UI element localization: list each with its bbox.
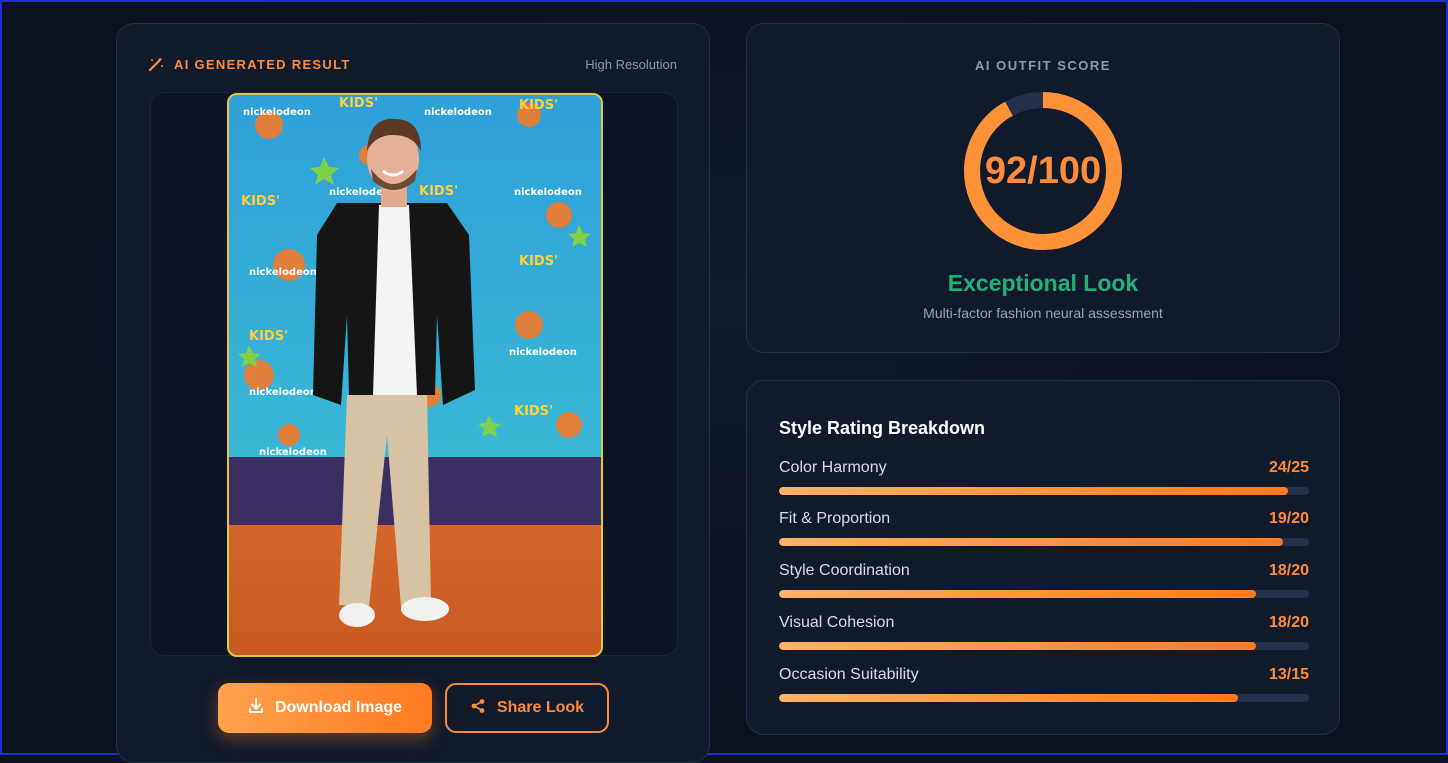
svg-text:KIDS': KIDS' bbox=[514, 404, 553, 419]
download-image-button[interactable]: Download Image bbox=[218, 683, 432, 733]
metric-score: 19/20 bbox=[1268, 510, 1309, 527]
metric-fit-proportion: Fit & Proportion 19/20 bbox=[779, 510, 1309, 546]
metric-bar-fill bbox=[779, 487, 1288, 495]
svg-text:KIDS': KIDS' bbox=[249, 329, 288, 344]
result-card: AI GENERATED RESULT High Resolution nick… bbox=[116, 23, 710, 763]
score-subtitle: Multi-factor fashion neural assessment bbox=[923, 305, 1163, 321]
svg-text:nickelodeon: nickelodeon bbox=[249, 267, 317, 278]
score-verdict: Exceptional Look bbox=[947, 270, 1139, 296]
outfit-photo: nickelodeon nickelodeon nickelodeon nick… bbox=[227, 93, 603, 657]
share-look-button[interactable]: Share Look bbox=[445, 683, 609, 733]
svg-text:nickelodeon: nickelodeon bbox=[514, 187, 582, 198]
share-label: Share Look bbox=[496, 699, 585, 716]
svg-text:nickelodeon: nickelodeon bbox=[509, 347, 577, 358]
metric-bar-fill bbox=[779, 642, 1256, 650]
metric-bar bbox=[779, 590, 1309, 598]
metric-bar bbox=[779, 487, 1309, 495]
svg-text:KIDS': KIDS' bbox=[241, 194, 280, 209]
score-label: AI OUTFIT SCORE bbox=[975, 58, 1111, 73]
metric-visual-cohesion: Visual Cohesion 18/20 bbox=[779, 614, 1309, 650]
metric-style-coordination: Style Coordination 18/20 bbox=[779, 562, 1309, 598]
metric-occasion-suitability: Occasion Suitability 13/15 bbox=[779, 666, 1309, 702]
metric-name: Fit & Proportion bbox=[779, 510, 891, 527]
score-value: 92/100 bbox=[984, 149, 1102, 192]
magic-wand-icon bbox=[148, 56, 164, 72]
metric-color-harmony: Color Harmony 24/25 bbox=[779, 459, 1309, 495]
result-title: AI GENERATED RESULT bbox=[174, 56, 351, 72]
svg-text:nickelodeon: nickelodeon bbox=[424, 107, 492, 118]
svg-text:nickelodeon: nickelodeon bbox=[249, 387, 317, 398]
download-icon bbox=[248, 697, 264, 719]
breakdown-card: Style Rating Breakdown Color Harmony 24/… bbox=[746, 380, 1340, 735]
app-frame: AI GENERATED RESULT High Resolution nick… bbox=[0, 0, 1448, 763]
download-label: Download Image bbox=[274, 699, 403, 716]
svg-text:nickelodeon: nickelodeon bbox=[259, 447, 327, 458]
metric-score: 18/20 bbox=[1268, 562, 1309, 579]
share-icon bbox=[470, 698, 486, 719]
svg-text:KIDS': KIDS' bbox=[519, 98, 558, 113]
svg-text:KIDS': KIDS' bbox=[519, 254, 558, 269]
metric-bar-fill bbox=[779, 590, 1256, 598]
breakdown-title: Style Rating Breakdown bbox=[779, 418, 986, 438]
svg-text:KIDS': KIDS' bbox=[419, 184, 458, 199]
metric-bar bbox=[779, 538, 1309, 546]
metric-score: 18/20 bbox=[1268, 614, 1309, 631]
image-well: nickelodeon nickelodeon nickelodeon nick… bbox=[150, 92, 678, 657]
svg-text:nickelodeon: nickelodeon bbox=[243, 107, 311, 118]
metric-score: 24/25 bbox=[1268, 459, 1309, 476]
metric-bar bbox=[779, 694, 1309, 702]
metric-name: Color Harmony bbox=[779, 459, 887, 476]
metric-score: 13/15 bbox=[1268, 666, 1309, 683]
result-header: AI GENERATED RESULT bbox=[148, 56, 351, 72]
metric-bar-fill bbox=[779, 694, 1239, 702]
metric-name: Occasion Suitability bbox=[779, 666, 919, 683]
metric-bar bbox=[779, 642, 1309, 650]
metric-name: Visual Cohesion bbox=[779, 614, 895, 631]
metric-name: Style Coordination bbox=[779, 562, 910, 579]
svg-text:KIDS': KIDS' bbox=[339, 96, 378, 111]
metric-bar-fill bbox=[779, 538, 1283, 546]
score-card: AI OUTFIT SCORE 92/100 Exceptional Look … bbox=[746, 23, 1340, 353]
resolution-badge: High Resolution bbox=[585, 57, 677, 72]
action-buttons: Download Image Share Look bbox=[218, 683, 609, 733]
